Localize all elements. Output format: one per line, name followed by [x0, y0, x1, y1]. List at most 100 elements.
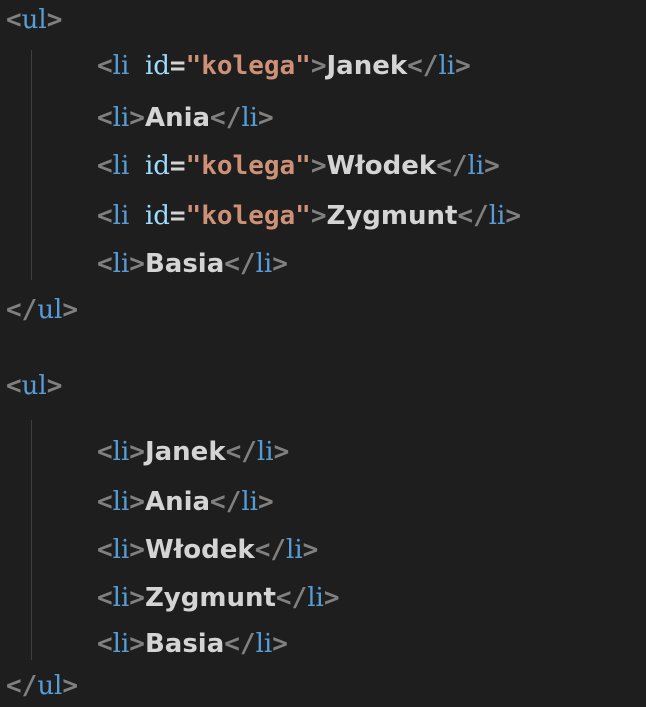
bracket: > [258, 487, 274, 517]
code-line-li-9: <li>Zygmunt</li> [6, 578, 340, 618]
bracket: </ [6, 295, 38, 325]
bracket: > [310, 151, 327, 181]
code-line-li-8: <li>Włodek</li> [6, 530, 318, 570]
item-text: Włodek [326, 151, 437, 181]
code-line-li-6: <li>Janek</li> [6, 432, 289, 472]
attr-value: "kolega" [185, 151, 311, 181]
tag-ul: ul [21, 371, 47, 401]
tag-li: li [112, 103, 130, 133]
item-text: Ania [144, 487, 211, 517]
equals: = [169, 201, 186, 231]
bracket: < [6, 5, 22, 35]
bracket: > [62, 295, 79, 325]
code-line-ul-open-2: <ul> [6, 366, 62, 406]
bracket: > [129, 249, 145, 279]
bracket: > [129, 583, 145, 613]
item-text: Basia [144, 629, 225, 659]
code-line-ul-open-1: <ul> [6, 0, 62, 40]
bracket: < [97, 583, 113, 613]
bracket: > [46, 371, 63, 401]
bracket: </ [457, 201, 489, 231]
tag-li: li [307, 583, 324, 613]
code-line-li-4: <li id="kolega">Zygmunt</li> [6, 196, 521, 236]
bracket: > [46, 5, 63, 35]
tag-li: li [112, 51, 130, 81]
bracket: < [97, 103, 113, 133]
code-line-ul-close-1: </ul> [6, 290, 78, 330]
tag-li: li [112, 437, 130, 467]
bracket: > [272, 249, 288, 279]
bracket: < [6, 371, 22, 401]
bracket: < [97, 535, 113, 565]
tag-ul: ul [37, 671, 63, 701]
tag-li: li [112, 535, 130, 565]
bracket: > [323, 583, 340, 613]
tag-li: li [241, 487, 258, 517]
tag-li: li [112, 629, 130, 659]
bracket: < [97, 51, 113, 81]
bracket: > [273, 437, 290, 467]
bracket: </ [210, 103, 242, 133]
code-line-ul-close-2: </ul> [6, 666, 78, 706]
code-line-li-2: <li>Ania</li> [6, 98, 274, 138]
bracket: > [129, 487, 145, 517]
tag-li: li [256, 437, 274, 467]
item-text: Basia [144, 249, 225, 279]
bracket: </ [275, 583, 308, 613]
bracket: < [97, 437, 113, 467]
bracket: > [455, 51, 471, 81]
item-text: Zygmunt [326, 201, 458, 231]
attr-value: "kolega" [185, 201, 311, 231]
tag-li: li [467, 151, 485, 181]
bracket: > [272, 629, 288, 659]
equals: = [169, 51, 186, 81]
item-text: Ania [144, 103, 211, 133]
item-text: Janek [326, 51, 408, 81]
code-line-li-10: <li>Basia</li> [6, 624, 288, 664]
bracket: </ [407, 51, 439, 81]
bracket: < [97, 249, 113, 279]
code-line-li-5: <li>Basia</li> [6, 244, 288, 284]
bracket: < [97, 201, 113, 231]
code-line-li-3: <li id="kolega">Włodek</li> [6, 146, 500, 186]
equals: = [169, 151, 186, 181]
item-text: Zygmunt [144, 583, 276, 613]
tag-li: li [112, 201, 130, 231]
bracket: </ [224, 629, 256, 659]
bracket: > [310, 201, 327, 231]
bracket: </ [254, 535, 286, 565]
item-text: Włodek [144, 535, 255, 565]
attr-id: id [144, 51, 170, 81]
code-editor[interactable]: <ul> <li id="kolega">Janek</li> <li>Ania… [0, 0, 646, 707]
bracket: > [484, 151, 500, 181]
tag-li: li [488, 201, 506, 231]
tag-li: li [438, 51, 456, 81]
bracket: < [97, 487, 113, 517]
tag-li: li [255, 629, 273, 659]
bracket: </ [225, 437, 257, 467]
tag-li: li [112, 487, 130, 517]
item-text: Janek [144, 437, 226, 467]
bracket: </ [436, 151, 468, 181]
bracket: </ [224, 249, 256, 279]
bracket: > [302, 535, 319, 565]
tag-li: li [112, 583, 130, 613]
tag-ul: ul [37, 295, 63, 325]
bracket: > [129, 535, 145, 565]
bracket: > [310, 51, 327, 81]
attr-value: "kolega" [185, 51, 311, 81]
attr-id: id [144, 151, 170, 181]
bracket: > [129, 629, 145, 659]
tag-li: li [112, 151, 130, 181]
bracket: > [258, 103, 274, 133]
bracket: </ [210, 487, 242, 517]
code-line-li-7: <li>Ania</li> [6, 482, 274, 522]
tag-li: li [286, 535, 303, 565]
attr-id: id [144, 201, 170, 231]
bracket: < [97, 151, 113, 181]
tag-ul: ul [21, 5, 47, 35]
code-line-li-1: <li id="kolega">Janek</li> [6, 46, 471, 86]
bracket: > [505, 201, 522, 231]
bracket: > [129, 103, 145, 133]
tag-li: li [241, 103, 258, 133]
